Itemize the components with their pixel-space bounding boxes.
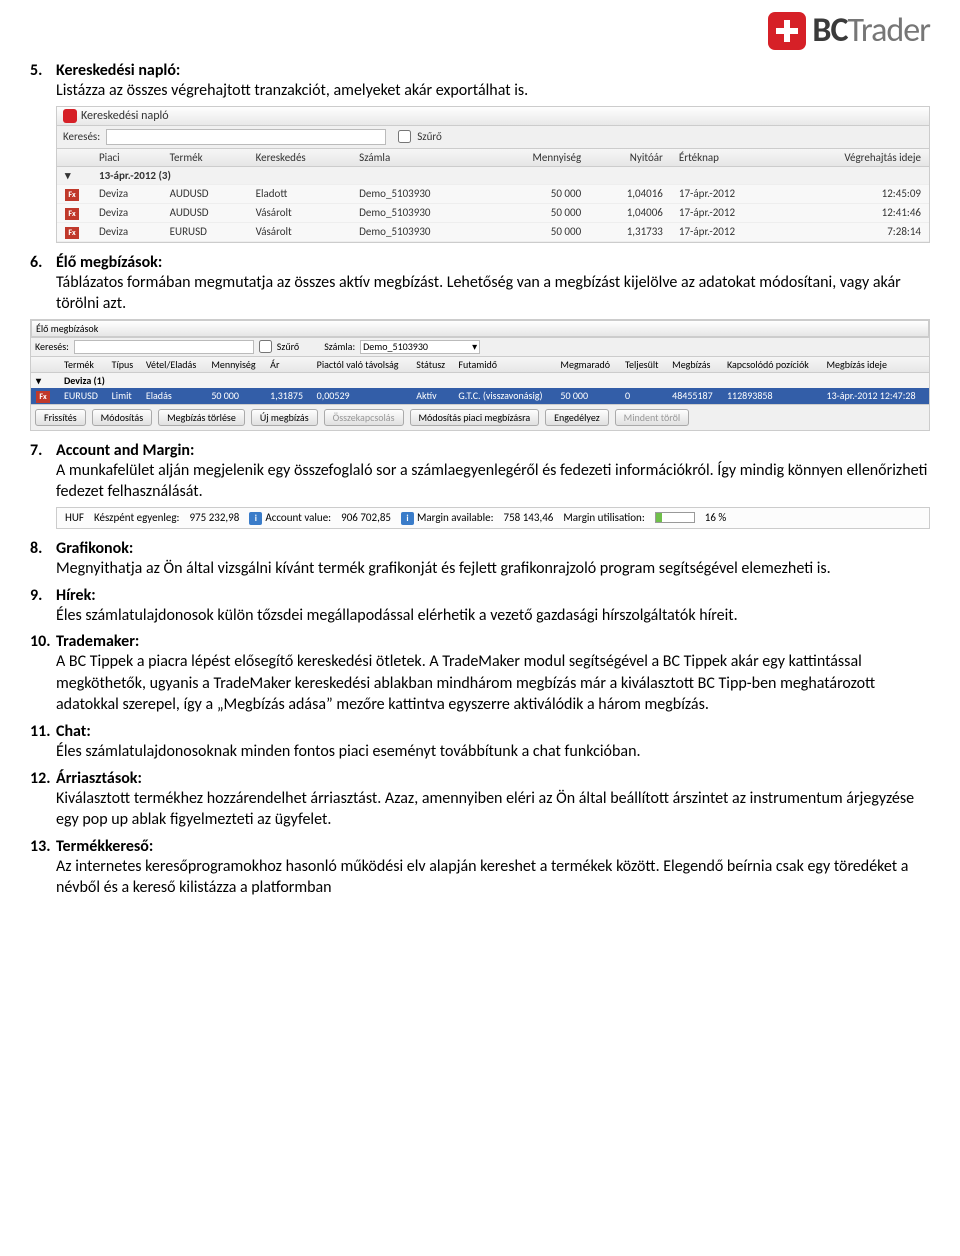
cash-balance-value: 975 232,98 <box>189 511 239 524</box>
section-body: Táblázatos formában megmutatja az összes… <box>56 272 930 315</box>
table-row[interactable]: FxDevizaAUDUSDEladottDemo_510393050 0001… <box>57 184 929 203</box>
margin-meter <box>655 512 695 523</box>
delete-order-button[interactable]: Megbízás törlése <box>158 409 245 426</box>
refresh-button[interactable]: Frissítés <box>35 409 86 426</box>
delete-all-button[interactable]: Mindent töröl <box>615 409 690 426</box>
section-body: Éles számlatulajdonosoknak minden fontos… <box>56 741 930 763</box>
table-row[interactable]: FxDevizaEURUSDVásároltDemo_510393050 000… <box>57 222 929 241</box>
new-order-button[interactable]: Új megbízás <box>251 409 318 426</box>
section-7: Account and Margin: A munkafelület alján… <box>30 441 930 529</box>
filter-checkbox[interactable] <box>398 130 411 143</box>
window-title: Élő megbízások <box>31 320 929 337</box>
table-row[interactable]: FxDevizaAUDUSDVásároltDemo_510393050 000… <box>57 203 929 222</box>
screenshot-live-orders: Élő megbízások Keresés: Szűrő Számla: De… <box>30 319 930 431</box>
section-title: Élő megbízások: <box>56 253 162 272</box>
group-row[interactable]: ▾13-ápr.-2012 (3) <box>57 166 929 184</box>
currency-label: HUF <box>65 511 84 524</box>
logo-bc: BC <box>812 10 847 51</box>
section-body: Kiválasztott termékhez hozzárendelhet ár… <box>56 788 930 831</box>
modify-button[interactable]: Módosítás <box>92 409 153 426</box>
section-body: Listázza az összes végrehajtott tranzakc… <box>56 80 930 102</box>
section-12: Árriasztások: Kiválasztott termékhez hoz… <box>30 769 930 831</box>
trade-log-table: Piaci Termék Kereskedés Számla Mennyiség… <box>57 149 929 242</box>
section-list: Kereskedési napló: Listázza az összes vé… <box>30 61 930 899</box>
link-button[interactable]: Összekapcsolás <box>324 409 404 426</box>
screenshot-account-bar: HUF Készpént egyenleg: 975 232,98 iAccou… <box>56 507 930 529</box>
live-orders-table: Termék Típus Vétel/Eladás Mennyiség Ár P… <box>31 357 929 404</box>
window-title: Kereskedési napló <box>81 109 169 123</box>
table-header-row: Termék Típus Vétel/Eladás Mennyiség Ár P… <box>31 357 929 373</box>
group-row[interactable]: ▾Deviza (1) <box>31 372 929 388</box>
screenshot-trade-log: Kereskedési napló Keresés: Szűrő Piaci T… <box>56 106 930 243</box>
plus-icon <box>768 12 806 50</box>
section-body: A munkafelület alján megjelenik egy össz… <box>56 460 930 503</box>
filter-checkbox[interactable] <box>259 340 272 353</box>
account-dropdown[interactable]: Demo_5103930 ▾ <box>360 340 480 354</box>
section-5: Kereskedési napló: Listázza az összes vé… <box>30 61 930 243</box>
account-value-label: Account value: <box>265 511 331 524</box>
filter-label: Szűrő <box>417 130 442 143</box>
search-input[interactable] <box>106 129 386 145</box>
button-bar: Frissítés Módosítás Megbízás törlése Új … <box>31 404 929 430</box>
section-8: Grafikonok: Megnyithatja az Ön által viz… <box>30 539 930 580</box>
section-10: Trademaker: A BC Tippek a piacra lépést … <box>30 632 930 716</box>
table-row[interactable]: Fx EURUSDLimitEladás 50 0001,318750,0052… <box>31 388 929 404</box>
search-label: Keresés: <box>63 130 100 143</box>
app-icon <box>63 109 77 123</box>
account-label: Számla: <box>324 340 355 353</box>
section-9: Hírek: Éles számlatulajdonosok külön tőz… <box>30 586 930 627</box>
logo-trader: Trader <box>847 10 930 51</box>
section-title: Termékkereső: <box>56 837 153 856</box>
margin-util-label: Margin utilisation: <box>563 511 644 524</box>
section-title: Hírek: <box>56 586 96 605</box>
section-body: Éles számlatulajdonosok külön tőzsdei me… <box>56 605 930 627</box>
filter-label: Szűrő <box>277 340 299 353</box>
section-6: Élő megbízások: Táblázatos formában megm… <box>30 253 930 431</box>
info-icon[interactable]: i <box>249 512 262 525</box>
margin-available-value: 758 143,46 <box>504 511 554 524</box>
section-body: Az internetes keresőprogramokhoz hasonló… <box>56 856 930 899</box>
section-title: Árriasztások: <box>56 769 142 788</box>
info-icon[interactable]: i <box>401 512 414 525</box>
section-title: Chat: <box>56 722 91 741</box>
section-title: Account and Margin: <box>56 441 194 460</box>
section-title: Kereskedési napló: <box>56 61 180 80</box>
logo: BC Trader <box>30 10 930 51</box>
section-title: Grafikonok: <box>56 539 133 558</box>
enable-button[interactable]: Engedélyez <box>545 409 609 426</box>
margin-util-value: 16 % <box>705 511 727 524</box>
section-body: Megnyithatja az Ön által vizsgálni kíván… <box>56 558 930 580</box>
cash-balance-label: Készpént egyenleg: <box>94 511 180 524</box>
search-label: Keresés: <box>35 340 69 353</box>
section-title: Trademaker: <box>56 632 139 651</box>
chevron-down-icon: ▾ <box>472 340 477 353</box>
section-13: Termékkereső: Az internetes keresőprogra… <box>30 837 930 899</box>
table-header-row: Piaci Termék Kereskedés Számla Mennyiség… <box>57 149 929 167</box>
margin-available-label: Margin available: <box>417 511 494 524</box>
section-body: A BC Tippek a piacra lépést elősegítő ke… <box>56 651 930 716</box>
section-11: Chat: Éles számlatulajdonosoknak minden … <box>30 722 930 763</box>
account-value: 906 702,85 <box>341 511 391 524</box>
search-input[interactable] <box>74 340 254 354</box>
modify-to-market-button[interactable]: Módosítás piaci megbízásra <box>410 409 540 426</box>
